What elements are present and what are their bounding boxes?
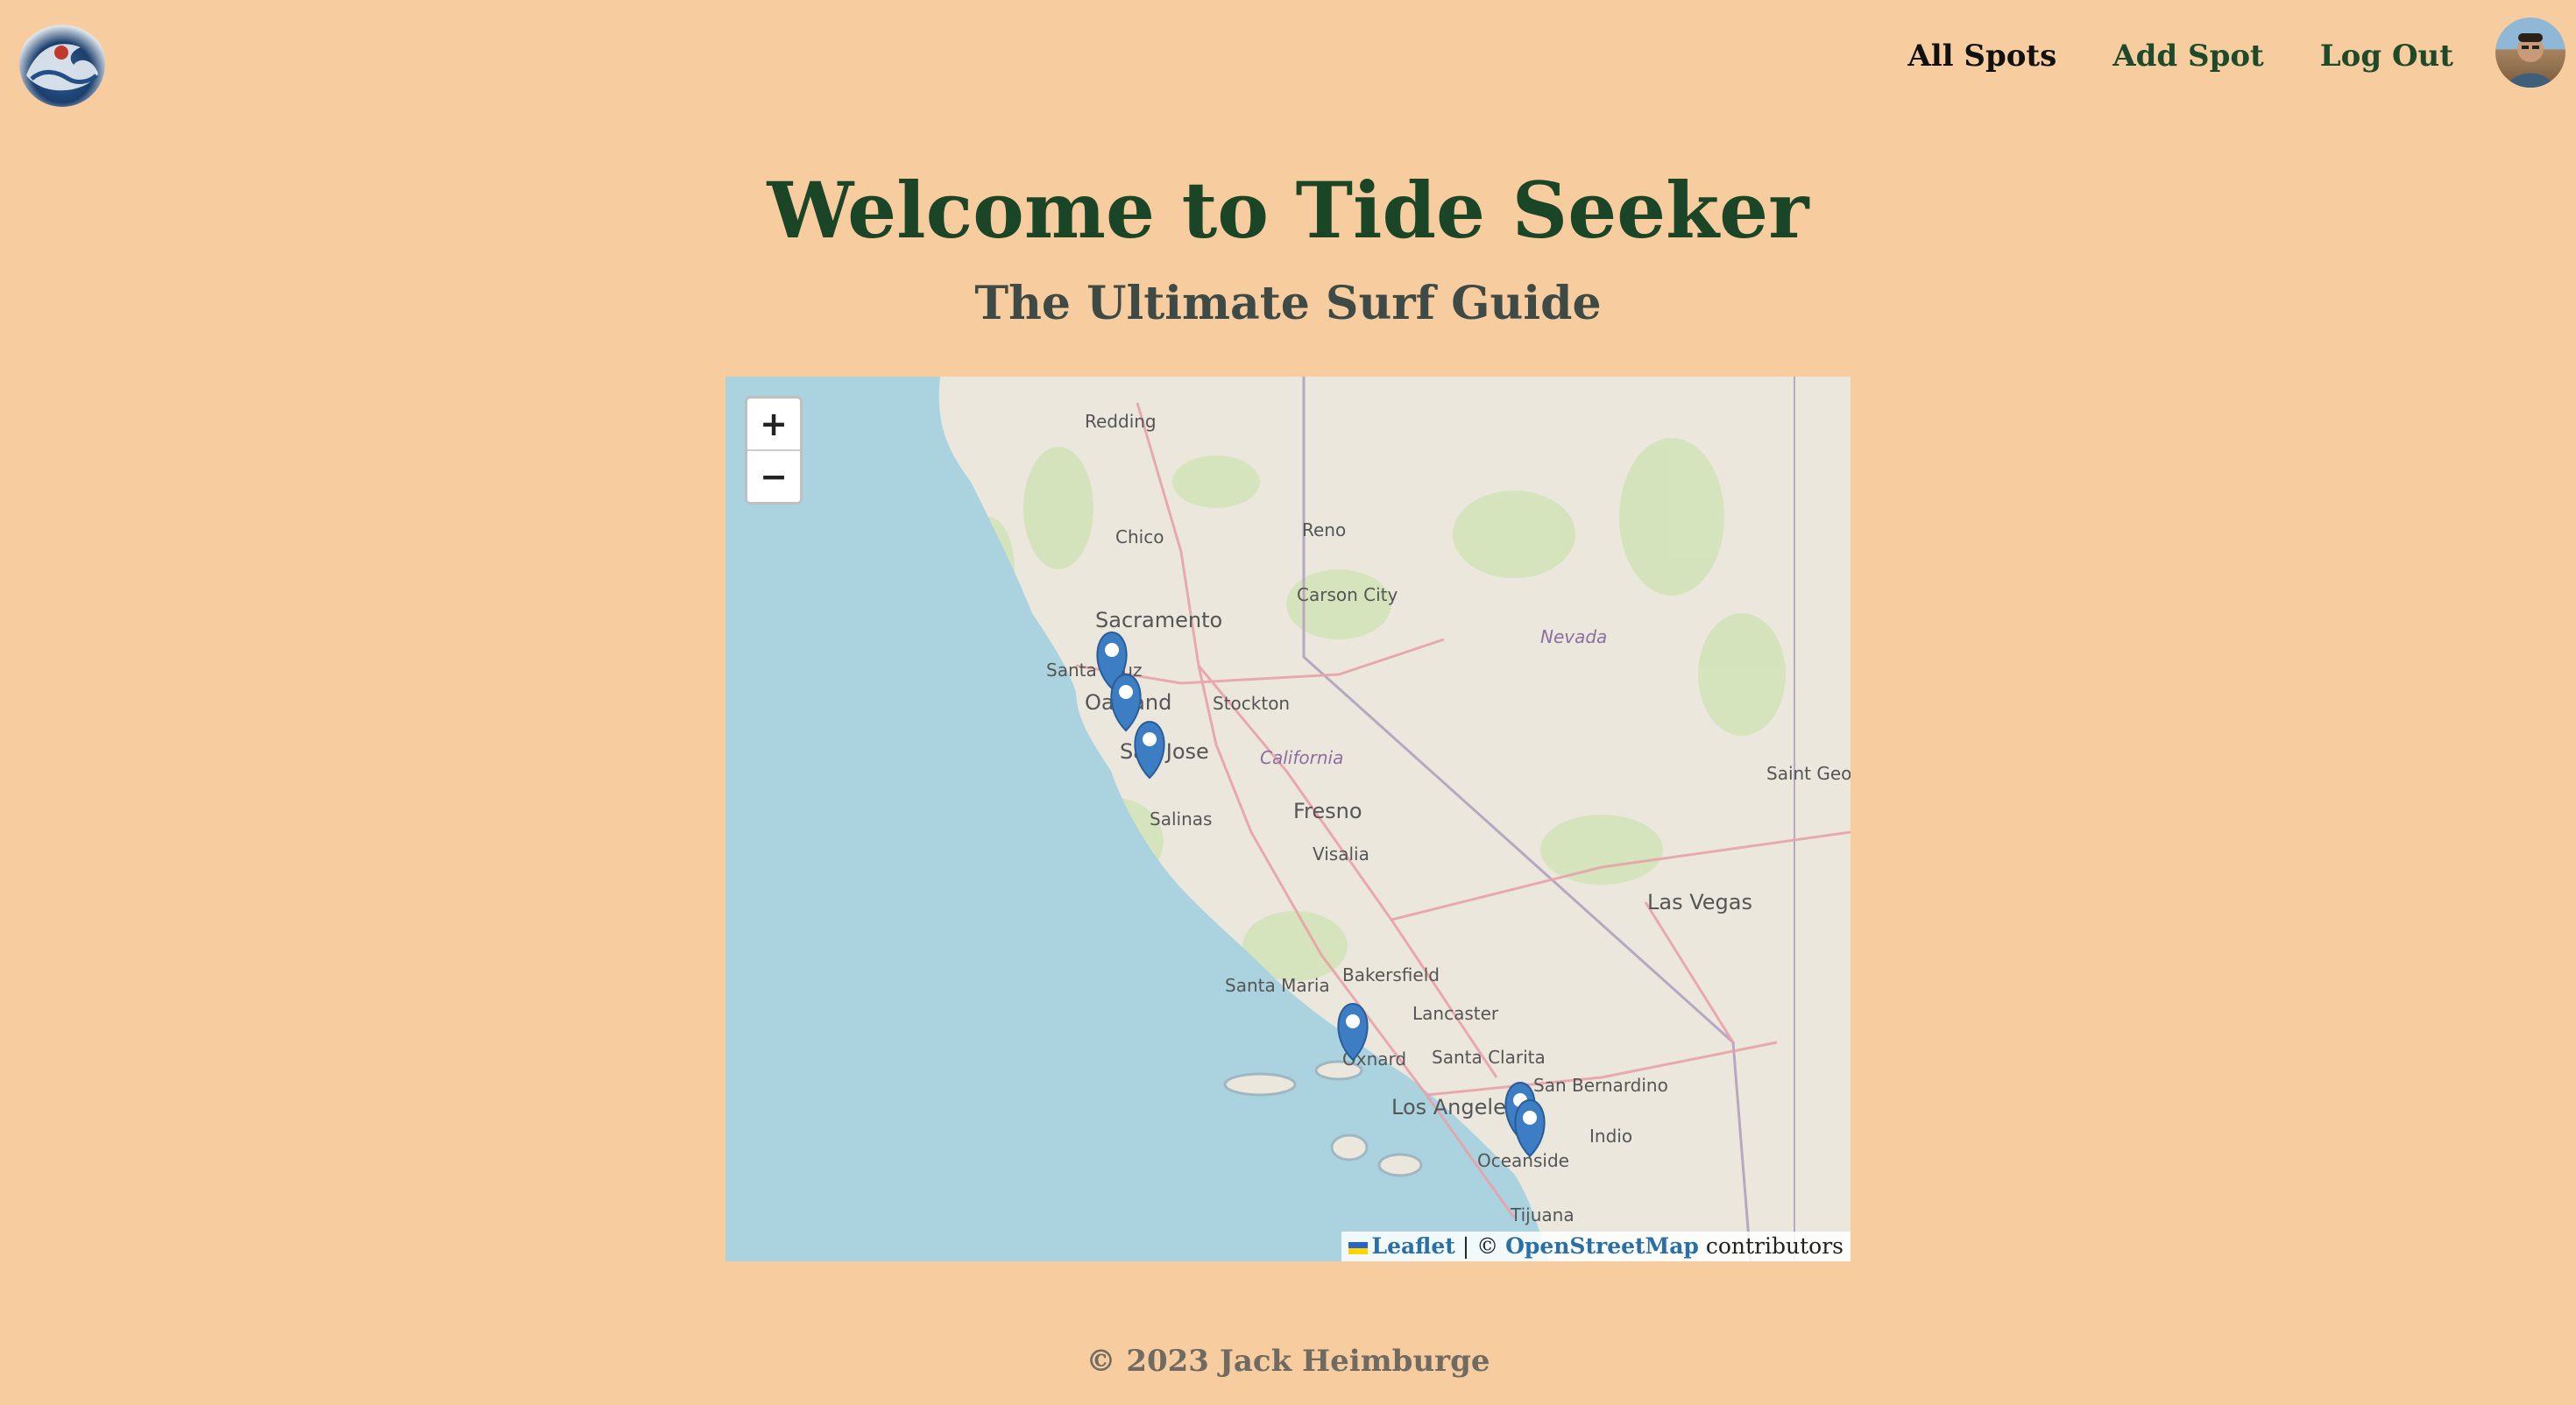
city-label: Carson City	[1297, 584, 1398, 605]
city-label: San Bernardino	[1533, 1075, 1668, 1096]
page: All Spots Add Spot Log Out Welcome to Ti…	[0, 0, 2576, 1405]
city-label: Santa Maria	[1225, 975, 1330, 996]
zoom-in-button[interactable]: +	[747, 399, 800, 449]
attribution-separator: | ©	[1461, 1233, 1499, 1259]
page-subtitle: The Ultimate Surf Guide	[974, 277, 1602, 330]
state-label: California	[1260, 747, 1343, 768]
map-attribution: Leaflet | © OpenStreetMap contributors	[1341, 1232, 1851, 1261]
state-label: Nevada	[1540, 626, 1607, 647]
city-label: Lancaster	[1412, 1003, 1499, 1024]
zoom-control: + −	[745, 396, 803, 505]
city-label: Sacramento	[1095, 608, 1222, 632]
city-label: Reno	[1302, 519, 1346, 540]
city-label: Fresno	[1293, 799, 1362, 823]
city-label: Chico	[1115, 526, 1164, 547]
main-nav: All Spots Add Spot Log Out	[1907, 39, 2453, 74]
leaflet-link[interactable]: Leaflet	[1371, 1233, 1454, 1259]
city-label: Oceanside	[1477, 1150, 1569, 1171]
page-title: Welcome to Tide Seeker	[767, 165, 1809, 256]
nav-add-spot[interactable]: Add Spot	[2112, 39, 2263, 74]
city-label: Visalia	[1313, 844, 1369, 865]
openstreetmap-link[interactable]: OpenStreetMap	[1505, 1233, 1699, 1259]
zoom-out-button[interactable]: −	[747, 449, 800, 502]
ukraine-flag-icon	[1348, 1241, 1369, 1254]
footer-copyright: © 2023 Jack Heimburge	[1086, 1344, 1490, 1379]
nav-all-spots[interactable]: All Spots	[1907, 39, 2056, 74]
city-label: Salinas	[1150, 808, 1212, 830]
city-label: Indio	[1589, 1126, 1632, 1147]
avatar[interactable]	[2495, 18, 2565, 88]
map-tiles[interactable]: Redding Chico Reno Carson City Sacrament…	[725, 377, 1851, 1261]
city-label: Tijuana	[1510, 1204, 1575, 1225]
city-label: Las Vegas	[1647, 890, 1752, 914]
city-label: Santa Clarita	[1432, 1047, 1546, 1068]
attribution-suffix: contributors	[1705, 1233, 1844, 1259]
logo-icon[interactable]	[19, 21, 105, 107]
city-label: Redding	[1085, 411, 1157, 432]
city-label: Saint George	[1766, 763, 1851, 784]
surf-spots-map[interactable]: Redding Chico Reno Carson City Sacrament…	[725, 377, 1851, 1261]
nav-log-out[interactable]: Log Out	[2320, 39, 2453, 74]
city-label: Bakersfield	[1342, 964, 1440, 985]
city-label: Stockton	[1213, 693, 1290, 714]
city-label: Los Angeles	[1391, 1095, 1517, 1119]
